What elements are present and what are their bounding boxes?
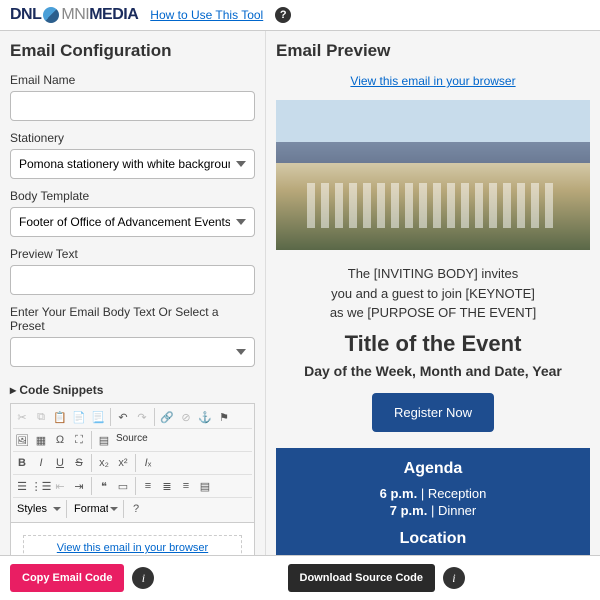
strike-icon[interactable]: S <box>70 454 88 472</box>
logo-dnl: DNL <box>10 6 41 24</box>
agenda-heading: Agenda <box>288 460 578 478</box>
globe-icon <box>43 7 59 23</box>
invite-line2: you and a guest to join [KEYNOTE] <box>276 284 590 304</box>
preview-panel: Email Preview View this email in your br… <box>266 31 600 557</box>
source-label[interactable]: Source <box>114 431 150 449</box>
numbered-list-icon[interactable]: ☰ <box>13 477 31 495</box>
div-icon[interactable]: ▭ <box>114 477 132 495</box>
location-heading: Location <box>288 530 578 548</box>
label-stationery: Stationery <box>10 131 255 145</box>
superscript-icon[interactable]: x² <box>114 454 132 472</box>
align-left-icon[interactable]: ≡ <box>139 477 157 495</box>
code-snippets-toggle[interactable]: Code Snippets <box>10 377 255 403</box>
field-preview-text: Preview Text <box>10 247 255 295</box>
align-center-icon[interactable]: ≣ <box>158 477 176 495</box>
undo-icon[interactable]: ↶ <box>114 408 132 426</box>
logo: DNL MNI MEDIA <box>10 6 138 24</box>
select-body-template[interactable]: Footer of Office of Advancement Events <box>10 207 255 237</box>
agenda-item: 6 p.m. | Reception <box>288 486 578 501</box>
table-icon[interactable]: ▦ <box>32 431 50 449</box>
flag-icon[interactable]: ⚑ <box>215 408 233 426</box>
bottombar: Copy Email Code i Download Source Code i <box>0 555 600 600</box>
bullet-list-icon[interactable]: ⋮☰ <box>32 477 50 495</box>
editor-content[interactable]: View this email in your browser <box>10 523 255 557</box>
blockquote-icon[interactable]: ❝ <box>95 477 113 495</box>
help-icon[interactable]: ? <box>275 7 291 23</box>
invite-line3: as we [PURPOSE OF THE EVENT] <box>276 303 590 323</box>
field-body-text: Enter Your Email Body Text Or Select a P… <box>10 305 255 367</box>
justify-icon[interactable]: ▤ <box>196 477 214 495</box>
main: Email Configuration Email Name Stationer… <box>0 31 600 557</box>
logo-media: MEDIA <box>89 6 138 24</box>
paste-text-icon[interactable]: 📄 <box>70 408 88 426</box>
unlink-icon[interactable]: ⊘ <box>177 408 195 426</box>
omega-icon[interactable]: Ω <box>51 431 69 449</box>
remove-format-icon[interactable]: Iₓ <box>139 454 157 472</box>
paste-word-icon[interactable]: 📃 <box>89 408 107 426</box>
info-icon[interactable]: i <box>443 567 465 589</box>
field-body-template: Body Template Footer of Office of Advanc… <box>10 189 255 237</box>
editor-view-browser-link[interactable]: View this email in your browser <box>30 542 235 554</box>
maximize-icon[interactable]: ⛶ <box>70 431 88 449</box>
info-icon[interactable]: i <box>132 567 154 589</box>
help-toolbar-icon[interactable]: ? <box>127 500 145 518</box>
cut-icon[interactable]: ✂ <box>13 408 31 426</box>
redo-icon[interactable]: ↷ <box>133 408 151 426</box>
field-email-name: Email Name <box>10 73 255 121</box>
input-preview-text[interactable] <box>10 265 255 295</box>
label-body-text: Enter Your Email Body Text Or Select a P… <box>10 305 255 333</box>
source-icon[interactable]: ▤ <box>95 431 113 449</box>
copy-code-button[interactable]: Copy Email Code <box>10 564 124 592</box>
select-body-preset[interactable] <box>10 337 255 367</box>
config-heading: Email Configuration <box>10 41 255 61</box>
invite-text: The [INVITING BODY] invites you and a gu… <box>276 264 590 323</box>
agenda-item: 7 p.m. | Dinner <box>288 503 578 518</box>
select-stationery[interactable]: Pomona stationery with white background <box>10 149 255 179</box>
download-code-button[interactable]: Download Source Code <box>288 564 435 592</box>
preview-view-browser: View this email in your browser <box>276 73 590 88</box>
italic-icon[interactable]: I <box>32 454 50 472</box>
preview-view-browser-link[interactable]: View this email in your browser <box>350 74 515 88</box>
input-email-name[interactable] <box>10 91 255 121</box>
logo-mni: MNI <box>61 6 89 24</box>
topbar: DNL MNI MEDIA How to Use This Tool ? <box>0 0 600 31</box>
paste-icon[interactable]: 📋 <box>51 408 69 426</box>
anchor-icon[interactable]: ⚓ <box>196 408 214 426</box>
preview-heading: Email Preview <box>276 41 590 61</box>
editor-toolbar: ✂ ⧉ 📋 📄 📃 ↶ ↷ 🔗 ⊘ ⚓ ⚑ 🖼 ▦ Ω ⛶ ▤ <box>10 403 255 523</box>
label-preview-text: Preview Text <box>10 247 255 261</box>
how-to-link[interactable]: How to Use This Tool <box>150 8 263 22</box>
indent-icon[interactable]: ⇥ <box>70 477 88 495</box>
outdent-icon[interactable]: ⇤ <box>51 477 69 495</box>
config-panel: Email Configuration Email Name Stationer… <box>0 31 266 557</box>
format-select[interactable]: Format <box>70 500 120 518</box>
register-button[interactable]: Register Now <box>372 393 494 432</box>
underline-icon[interactable]: U <box>51 454 69 472</box>
invite-line1: The [INVITING BODY] invites <box>276 264 590 284</box>
preview-hero-image <box>276 100 590 250</box>
styles-select[interactable]: Styles <box>13 500 63 518</box>
label-body-template: Body Template <box>10 189 255 203</box>
align-right-icon[interactable]: ≡ <box>177 477 195 495</box>
bold-icon[interactable]: B <box>13 454 31 472</box>
copy-icon[interactable]: ⧉ <box>32 408 50 426</box>
event-title: Title of the Event <box>276 331 590 357</box>
image-icon[interactable]: 🖼 <box>13 431 31 449</box>
field-stationery: Stationery Pomona stationery with white … <box>10 131 255 179</box>
subscript-icon[interactable]: x₂ <box>95 454 113 472</box>
agenda-box: Agenda 6 p.m. | Reception 7 p.m. | Dinne… <box>276 448 590 558</box>
link-icon[interactable]: 🔗 <box>158 408 176 426</box>
event-date: Day of the Week, Month and Date, Year <box>276 363 590 379</box>
label-email-name: Email Name <box>10 73 255 87</box>
